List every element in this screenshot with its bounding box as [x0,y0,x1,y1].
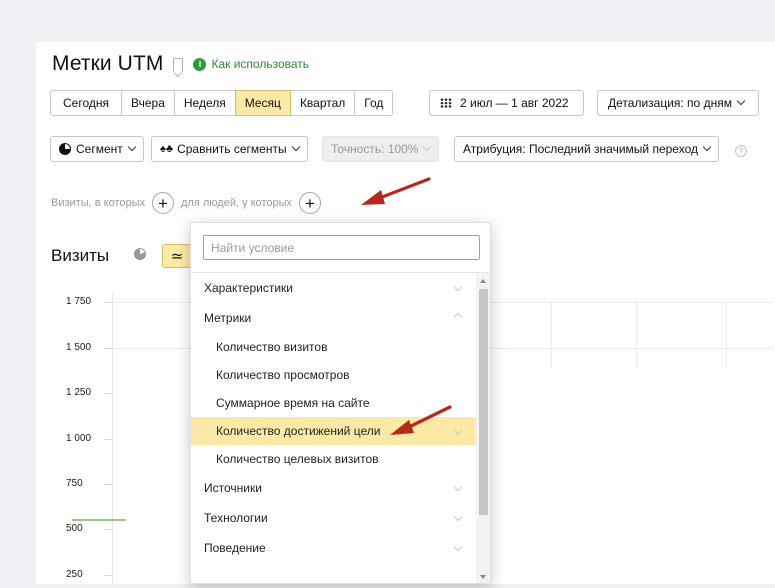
condition-item-label: Поведение [204,541,266,555]
condition-item-label: Метрики [204,311,252,325]
y-tick-mark [104,302,112,303]
chevron-down-icon [453,482,463,492]
filter-row: Визиты, в которых + для людей, у которых… [51,192,328,214]
condition-item[interactable]: Суммарное время на сайте [191,389,476,417]
y-tick-mark [104,348,112,349]
title-row: Метки UTM i Как использовать [52,52,309,76]
condition-dropdown: Характеристики Метрики Количество визитов К… [190,222,491,584]
segment-button[interactable]: Сегмент [50,136,144,162]
y-tick-label: 500 [66,523,83,534]
chart-grid-line [636,300,637,368]
condition-item-label: Количество достижений цели [216,424,381,438]
accuracy-label: Точность: 100% [331,142,419,156]
bookmark-icon[interactable] [173,58,184,72]
condition-item[interactable]: Источники [191,473,476,503]
detail-label: Детализация: по дням [608,96,732,110]
y-tick-label: 250 [66,569,83,580]
condition-item-label: Технологии [204,511,268,525]
condition-item[interactable]: Технологии [191,503,476,533]
chevron-down-icon [291,142,300,152]
chevron-down-icon [453,426,463,436]
pie-chart-type-icon[interactable] [134,248,146,260]
chart-series-line [72,519,126,521]
condition-item[interactable]: Количество просмотров [191,361,476,389]
y-tick-label: 1 750 [66,296,92,307]
info-icon: i [193,57,207,71]
y-tick-mark [104,484,112,485]
date-range-button[interactable]: 2 июл — 1 авг 2022 [429,90,584,116]
condition-item-label: Количество визитов [216,340,328,354]
y-tick-label: 1 500 [66,342,92,353]
period-0[interactable]: Сегодня [50,90,122,116]
segment-pie-icon [59,143,71,155]
condition-item[interactable]: Метрики [191,303,476,333]
chart-grid-line [551,300,552,368]
chevron-down-icon [453,282,463,292]
scroll-down-arrow-icon[interactable] [480,575,486,579]
attribution-help-icon[interactable]: ? [735,145,747,157]
period-5[interactable]: Год [354,90,394,116]
visits-condition-label: Визиты, в которых [51,197,145,209]
people-condition-label: для людей, у которых [181,197,292,209]
chevron-down-icon [127,142,137,152]
chevron-down-icon [423,142,432,152]
line-chart-type-button[interactable]: ≃ [162,244,192,268]
how-to-use-link[interactable]: Как использовать [211,57,309,71]
chart-title: Визиты [51,246,110,265]
chevron-down-icon [702,142,712,152]
chevron-down-icon [453,512,463,522]
date-range-label: 2 июл — 1 авг 2022 [460,96,569,110]
chart-y-axis-line [112,292,113,584]
condition-item-label: Источники [204,481,262,495]
condition-item-label: Суммарное время на сайте [216,396,370,410]
attribution-button[interactable]: Атрибуция: Последний значимый переход [454,136,719,162]
accuracy-button[interactable]: Точность: 100% [322,136,440,162]
chevron-up-icon [453,312,463,322]
chevron-down-icon [736,96,746,106]
condition-item[interactable]: Количество целевых визитов [191,445,476,473]
dropdown-scrollbar[interactable] [476,273,490,583]
y-tick-label: 750 [66,478,83,489]
page-title: Метки UTM [52,52,164,75]
y-tick-mark [104,439,112,440]
calendar-icon [440,98,452,108]
chevron-down-icon [453,542,463,552]
compare-segments-button[interactable]: ♠♣ Сравнить сегменты [151,136,308,162]
condition-item-label: Количество просмотров [216,368,350,382]
condition-item-label: Количество целевых визитов [216,452,379,466]
compare-segments-label: Сравнить сегменты [177,142,287,156]
condition-item[interactable]: Характеристики [191,273,476,303]
condition-item[interactable]: Поведение [191,533,476,563]
y-tick-label: 1 250 [66,387,92,398]
y-tick-mark [104,575,112,576]
line-chart-icon: ≃ [170,248,184,265]
condition-list: Характеристики Метрики Количество визитов К… [191,273,476,563]
chart-grid-line [726,300,727,368]
compare-segments-icon: ♠♣ [160,143,174,155]
condition-item[interactable]: Количество достижений цели [191,417,476,445]
period-2[interactable]: Неделя [173,90,236,116]
period-3[interactable]: Месяц [234,90,291,116]
y-tick-mark [104,529,112,530]
period-4[interactable]: Квартал [289,90,356,116]
condition-search-input[interactable] [203,235,480,260]
period-1[interactable]: Вчера [121,90,175,116]
attribution-label: Атрибуция: Последний значимый переход [463,142,698,156]
y-tick-label: 1 000 [66,433,92,444]
add-people-condition-button[interactable]: + [299,192,321,214]
detail-dropdown[interactable]: Детализация: по дням [597,90,759,116]
period-selector: Сегодня Вчера Неделя Месяц Квартал Год [50,90,394,116]
condition-search-wrap [191,223,490,273]
scroll-up-arrow-icon[interactable] [480,279,486,283]
condition-item[interactable]: Количество визитов [191,333,476,361]
segment-label: Сегмент [76,142,123,156]
y-tick-mark [104,393,112,394]
condition-item-label: Характеристики [204,281,293,295]
add-visit-condition-button[interactable]: + [152,192,174,214]
scrollbar-thumb[interactable] [479,289,488,515]
